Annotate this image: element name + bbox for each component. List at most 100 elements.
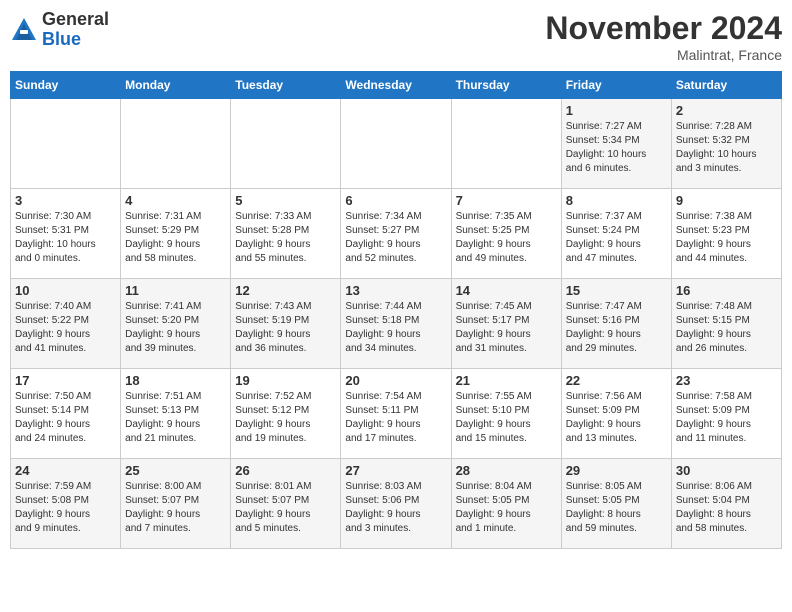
day-number: 6 <box>345 193 446 208</box>
day-number: 16 <box>676 283 777 298</box>
day-number: 12 <box>235 283 336 298</box>
day-cell <box>451 99 561 189</box>
day-number: 3 <box>15 193 116 208</box>
day-cell: 30 Sunrise: 8:06 AM Sunset: 5:04 PM Dayli… <box>671 459 781 549</box>
logo-icon <box>10 16 38 44</box>
day-header-friday: Friday <box>561 72 671 99</box>
week-row-2: 3 Sunrise: 7:30 AM Sunset: 5:31 PM Daylig… <box>11 189 782 279</box>
day-cell: 22 Sunrise: 7:56 AM Sunset: 5:09 PM Dayli… <box>561 369 671 459</box>
day-cell <box>11 99 121 189</box>
day-number: 27 <box>345 463 446 478</box>
days-header-row: SundayMondayTuesdayWednesdayThursdayFrid… <box>11 72 782 99</box>
day-number: 29 <box>566 463 667 478</box>
logo-general: General <box>42 9 109 29</box>
week-row-3: 10Sunrise: 7:40 AM Sunset: 5:22 PM Dayli… <box>11 279 782 369</box>
calendar-table: SundayMondayTuesdayWednesdayThursdayFrid… <box>10 71 782 549</box>
logo: General Blue <box>10 10 109 50</box>
logo-blue: Blue <box>42 29 81 49</box>
day-cell: 21 Sunrise: 7:55 AM Sunset: 5:10 PM Dayli… <box>451 369 561 459</box>
day-number: 17 <box>15 373 116 388</box>
day-cell: 27 Sunrise: 8:03 AM Sunset: 5:06 PM Dayli… <box>341 459 451 549</box>
week-row-4: 17 Sunrise: 7:50 AM Sunset: 5:14 PM Dayli… <box>11 369 782 459</box>
day-cell: 9Sunrise: 7:38 AM Sunset: 5:23 PM Daylig… <box>671 189 781 279</box>
day-info: Sunrise: 7:56 AM Sunset: 5:09 PM Dayligh… <box>566 390 667 446</box>
day-cell: 13 Sunrise: 7:44 AM Sunset: 5:18 PM Dayli… <box>341 279 451 369</box>
day-cell: 28 Sunrise: 8:04 AM Sunset: 5:05 PM Dayli… <box>451 459 561 549</box>
day-cell: 17 Sunrise: 7:50 AM Sunset: 5:14 PM Dayli… <box>11 369 121 459</box>
day-cell: 16 Sunrise: 7:48 AM Sunset: 5:15 PM Dayli… <box>671 279 781 369</box>
day-header-saturday: Saturday <box>671 72 781 99</box>
day-number: 5 <box>235 193 336 208</box>
day-cell: 23 Sunrise: 7:58 AM Sunset: 5:09 PM Dayli… <box>671 369 781 459</box>
day-info: Sunrise: 7:35 AM Sunset: 5:25 PM Dayligh… <box>456 210 557 266</box>
day-info: Sunrise: 7:30 AM Sunset: 5:31 PM Dayligh… <box>15 210 116 266</box>
day-cell: 29 Sunrise: 8:05 AM Sunset: 5:05 PM Dayli… <box>561 459 671 549</box>
day-cell <box>231 99 341 189</box>
day-number: 13 <box>345 283 446 298</box>
day-cell: 18Sunrise: 7:51 AM Sunset: 5:13 PM Dayli… <box>121 369 231 459</box>
day-info: Sunrise: 7:37 AM Sunset: 5:24 PM Dayligh… <box>566 210 667 266</box>
day-info: Sunrise: 7:31 AM Sunset: 5:29 PM Dayligh… <box>125 210 226 266</box>
day-info: Sunrise: 7:38 AM Sunset: 5:23 PM Dayligh… <box>676 210 777 266</box>
day-cell: 4 Sunrise: 7:31 AM Sunset: 5:29 PM Daylig… <box>121 189 231 279</box>
day-cell: 20 Sunrise: 7:54 AM Sunset: 5:11 PM Dayli… <box>341 369 451 459</box>
day-info: Sunrise: 7:28 AM Sunset: 5:32 PM Dayligh… <box>676 120 777 176</box>
day-cell: 24Sunrise: 7:59 AM Sunset: 5:08 PM Dayli… <box>11 459 121 549</box>
day-number: 22 <box>566 373 667 388</box>
day-info: Sunrise: 7:34 AM Sunset: 5:27 PM Dayligh… <box>345 210 446 266</box>
day-cell: 12 Sunrise: 7:43 AM Sunset: 5:19 PM Dayli… <box>231 279 341 369</box>
day-cell <box>121 99 231 189</box>
day-info: Sunrise: 8:04 AM Sunset: 5:05 PM Dayligh… <box>456 480 557 536</box>
day-info: Sunrise: 8:03 AM Sunset: 5:06 PM Dayligh… <box>345 480 446 536</box>
day-info: Sunrise: 8:00 AM Sunset: 5:07 PM Dayligh… <box>125 480 226 536</box>
week-row-1: 1Sunrise: 7:27 AM Sunset: 5:34 PM Daylig… <box>11 99 782 189</box>
day-cell: 7 Sunrise: 7:35 AM Sunset: 5:25 PM Daylig… <box>451 189 561 279</box>
day-number: 24 <box>15 463 116 478</box>
day-number: 28 <box>456 463 557 478</box>
day-info: Sunrise: 8:06 AM Sunset: 5:04 PM Dayligh… <box>676 480 777 536</box>
day-number: 11 <box>125 283 226 298</box>
day-number: 8 <box>566 193 667 208</box>
day-info: Sunrise: 7:58 AM Sunset: 5:09 PM Dayligh… <box>676 390 777 446</box>
day-cell <box>341 99 451 189</box>
day-info: Sunrise: 7:55 AM Sunset: 5:10 PM Dayligh… <box>456 390 557 446</box>
day-number: 7 <box>456 193 557 208</box>
day-info: Sunrise: 7:48 AM Sunset: 5:15 PM Dayligh… <box>676 300 777 356</box>
day-cell: 2 Sunrise: 7:28 AM Sunset: 5:32 PM Daylig… <box>671 99 781 189</box>
day-info: Sunrise: 7:50 AM Sunset: 5:14 PM Dayligh… <box>15 390 116 446</box>
day-info: Sunrise: 7:44 AM Sunset: 5:18 PM Dayligh… <box>345 300 446 356</box>
day-number: 20 <box>345 373 446 388</box>
day-cell: 11Sunrise: 7:41 AM Sunset: 5:20 PM Dayli… <box>121 279 231 369</box>
day-number: 14 <box>456 283 557 298</box>
day-cell: 26 Sunrise: 8:01 AM Sunset: 5:07 PM Dayli… <box>231 459 341 549</box>
day-number: 21 <box>456 373 557 388</box>
day-number: 30 <box>676 463 777 478</box>
day-number: 23 <box>676 373 777 388</box>
location: Malintrat, France <box>545 47 782 63</box>
header: General Blue November 2024 Malintrat, Fr… <box>10 10 782 63</box>
day-info: Sunrise: 7:43 AM Sunset: 5:19 PM Dayligh… <box>235 300 336 356</box>
day-header-thursday: Thursday <box>451 72 561 99</box>
day-header-sunday: Sunday <box>11 72 121 99</box>
day-header-tuesday: Tuesday <box>231 72 341 99</box>
day-info: Sunrise: 8:01 AM Sunset: 5:07 PM Dayligh… <box>235 480 336 536</box>
day-info: Sunrise: 7:45 AM Sunset: 5:17 PM Dayligh… <box>456 300 557 356</box>
day-cell: 14 Sunrise: 7:45 AM Sunset: 5:17 PM Dayli… <box>451 279 561 369</box>
week-row-5: 24Sunrise: 7:59 AM Sunset: 5:08 PM Dayli… <box>11 459 782 549</box>
day-info: Sunrise: 7:54 AM Sunset: 5:11 PM Dayligh… <box>345 390 446 446</box>
day-number: 4 <box>125 193 226 208</box>
day-info: Sunrise: 7:33 AM Sunset: 5:28 PM Dayligh… <box>235 210 336 266</box>
day-info: Sunrise: 8:05 AM Sunset: 5:05 PM Dayligh… <box>566 480 667 536</box>
day-number: 2 <box>676 103 777 118</box>
day-info: Sunrise: 7:47 AM Sunset: 5:16 PM Dayligh… <box>566 300 667 356</box>
title-area: November 2024 Malintrat, France <box>545 10 782 63</box>
day-info: Sunrise: 7:52 AM Sunset: 5:12 PM Dayligh… <box>235 390 336 446</box>
day-cell: 15Sunrise: 7:47 AM Sunset: 5:16 PM Dayli… <box>561 279 671 369</box>
day-cell: 6 Sunrise: 7:34 AM Sunset: 5:27 PM Daylig… <box>341 189 451 279</box>
day-number: 25 <box>125 463 226 478</box>
day-cell: 25 Sunrise: 8:00 AM Sunset: 5:07 PM Dayli… <box>121 459 231 549</box>
day-number: 10 <box>15 283 116 298</box>
day-cell: 19Sunrise: 7:52 AM Sunset: 5:12 PM Dayli… <box>231 369 341 459</box>
day-number: 18 <box>125 373 226 388</box>
day-number: 26 <box>235 463 336 478</box>
